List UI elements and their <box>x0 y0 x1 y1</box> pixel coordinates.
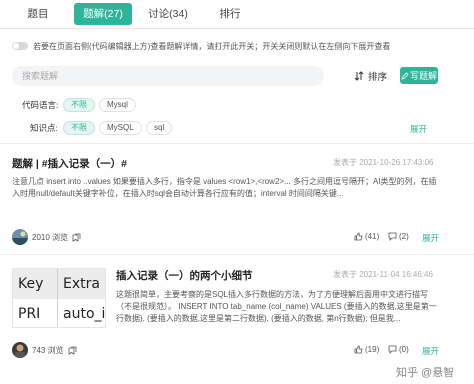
side-view-toggle[interactable] <box>12 42 28 50</box>
like-count: (19) <box>365 345 380 354</box>
post-thumbnail: Key Extra PRI auto_ir <box>12 268 106 328</box>
tab-solutions[interactable]: 题解(27) <box>74 3 132 25</box>
language-chip-mysql[interactable]: Mysql <box>99 98 136 112</box>
watermark: 知乎 @悬智 <box>396 367 455 379</box>
comment-count: (0) <box>399 345 409 354</box>
side-view-notice: 若要在页面右侧(代码编辑器上方)查看题解详情，请打开此开关；开关关闭则默认在左侧… <box>12 40 390 52</box>
like-count: (41) <box>365 232 380 241</box>
thumbnail-col2-head: Extra <box>63 276 100 292</box>
post-excerpt: 这题很简单，主要考察的是SQL插入多行数据的方法，为了方便理解后面用中文进行描写… <box>116 290 437 323</box>
comment-count: (2) <box>399 232 409 241</box>
post-time: 发表于 2021-11-04 16:46:46 <box>333 270 433 279</box>
thumbs-up-icon <box>354 232 363 241</box>
knowledge-chip-mysql[interactable]: MySQL <box>99 121 142 135</box>
avatar[interactable] <box>12 342 28 358</box>
post-meta: 743 浏览 <box>12 342 77 358</box>
view-count: 2010 浏览 <box>32 232 69 242</box>
comment-icon <box>388 345 397 354</box>
like-button[interactable]: (19) <box>354 345 379 354</box>
post-excerpt: 注意几点 insert into ..values 如果要插入多行，指令是 va… <box>12 177 437 198</box>
write-solution-button[interactable]: 写题解 <box>400 67 438 84</box>
language-filter-label: 代码语言: <box>22 100 59 110</box>
notice-text: 若要在页面右侧(代码编辑器上方)查看题解详情，请打开此开关；开关关闭则默认在左侧… <box>33 41 391 51</box>
comment-button[interactable]: (0) <box>388 345 409 354</box>
sort-label: 排序 <box>368 72 388 83</box>
knowledge-chip-sql[interactable]: sql <box>146 121 173 135</box>
divider <box>0 254 474 255</box>
post-expand-link[interactable]: 展开 <box>422 345 439 357</box>
thumbs-up-icon <box>354 345 363 354</box>
collection-icon[interactable] <box>72 233 81 242</box>
view-count: 743 浏览 <box>32 345 64 355</box>
comment-icon <box>388 232 397 241</box>
knowledge-chip-any[interactable]: 不限 <box>63 121 95 135</box>
comment-button[interactable]: (2) <box>388 232 409 241</box>
pen-icon <box>401 71 409 80</box>
filter-expand-link[interactable]: 展开 <box>410 123 427 135</box>
thumbnail-separator <box>57 269 58 327</box>
post-meta: 2010 浏览 <box>12 229 81 245</box>
avatar[interactable] <box>12 229 28 245</box>
tab-bar: 题目 题解(27) 讨论(34) 排行 <box>0 0 474 29</box>
thumbnail-col2-value: auto_ir <box>63 306 106 322</box>
thumbnail-col1-value: PRI <box>18 306 41 322</box>
write-label: 写题解 <box>409 71 437 81</box>
collection-icon[interactable] <box>68 346 77 355</box>
post-time: 发表于 2021-10-26 17:43:06 <box>333 158 434 167</box>
knowledge-filter-label: 知识点: <box>30 123 58 133</box>
search-box[interactable] <box>12 66 324 86</box>
sort-button[interactable]: 排序 <box>354 68 387 84</box>
tab-problem[interactable]: 题目 <box>18 3 58 25</box>
like-button[interactable]: (41) <box>354 232 379 241</box>
post-title[interactable]: 插入记录（一）的两个小细节 <box>116 268 253 283</box>
post-title[interactable]: 题解 | #插入记录（一）# <box>12 156 127 171</box>
tab-discussion[interactable]: 讨论(34) <box>140 3 196 25</box>
search-input[interactable] <box>22 71 324 81</box>
language-chip-any[interactable]: 不限 <box>63 98 95 112</box>
post-expand-link[interactable]: 展开 <box>422 232 439 244</box>
thumbnail-col1-head: Key <box>18 276 44 292</box>
divider <box>0 143 474 144</box>
tab-ranking[interactable]: 排行 <box>210 3 250 25</box>
sort-icon <box>354 71 364 81</box>
